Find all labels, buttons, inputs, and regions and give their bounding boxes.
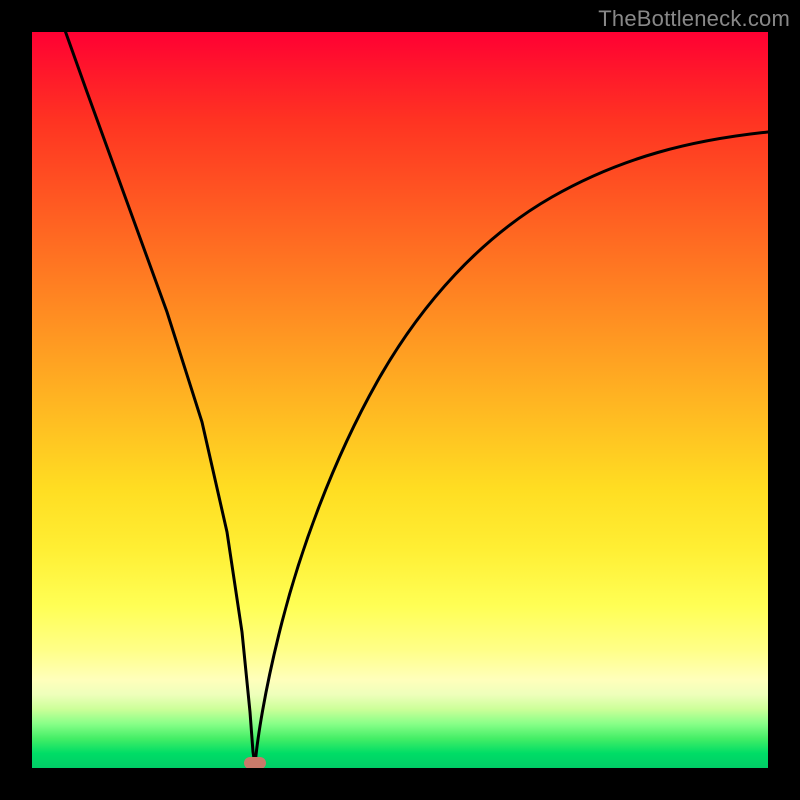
right-branch-path — [255, 132, 768, 765]
plot-area — [32, 32, 768, 768]
left-branch-path — [62, 32, 255, 765]
watermark-text: TheBottleneck.com — [598, 6, 790, 32]
curve-layer — [32, 32, 768, 768]
min-marker — [244, 757, 266, 768]
chart-frame: TheBottleneck.com — [0, 0, 800, 800]
